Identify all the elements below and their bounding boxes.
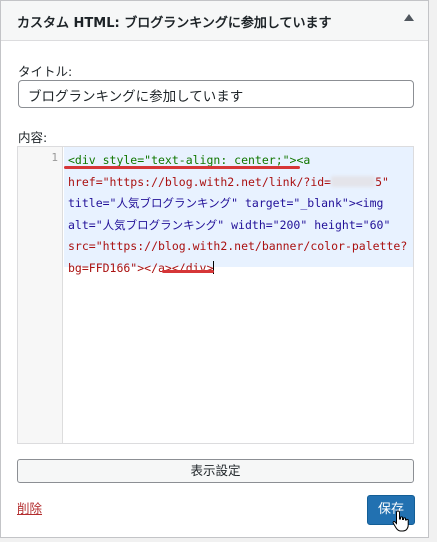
redacted-id-mask: [331, 175, 376, 187]
code-line-3: title="人気ブログランキング" target="_blank"><img: [68, 196, 384, 210]
code-editor[interactable]: 1 <div style="text-align: center;"><a hr…: [17, 146, 414, 444]
red-underline-close-div: [162, 270, 214, 273]
line-number: 1: [51, 151, 58, 164]
code-line-4: alt="人気ブログランキング" width="200" height="60": [68, 217, 391, 232]
title-input[interactable]: ブログランキングに参加しています: [18, 80, 414, 108]
code-area[interactable]: <div style="text-align: center;"><a href…: [64, 147, 413, 443]
red-underline-open-div: [64, 166, 300, 169]
hand-pointer-icon: [392, 510, 409, 532]
widget-title: カスタム HTML: ブログランキングに参加しています: [17, 16, 332, 31]
content-label: 内容:: [18, 130, 48, 145]
code-line-2: href="https://blog.with2.net/link/?id=: [68, 174, 332, 189]
widget-header[interactable]: カスタム HTML: ブログランキングに参加しています: [1, 1, 428, 41]
arrow-up-icon[interactable]: [404, 14, 414, 21]
delete-link[interactable]: 削除: [17, 498, 42, 517]
line-gutter: 1: [18, 147, 63, 443]
code-line-1: <div style="text-align: center;"><a: [68, 153, 311, 167]
display-settings-button[interactable]: 表示設定: [17, 459, 414, 483]
code-line-2b: 5": [375, 174, 389, 189]
code-line-5: src="https://blog.with2.net/banner/color…: [68, 239, 408, 253]
custom-html-widget: カスタム HTML: ブログランキングに参加しています タイトル: ブログランキ…: [0, 0, 429, 538]
code-content: <div style="text-align: center;"><a href…: [68, 150, 407, 279]
title-label: タイトル:: [18, 64, 73, 79]
